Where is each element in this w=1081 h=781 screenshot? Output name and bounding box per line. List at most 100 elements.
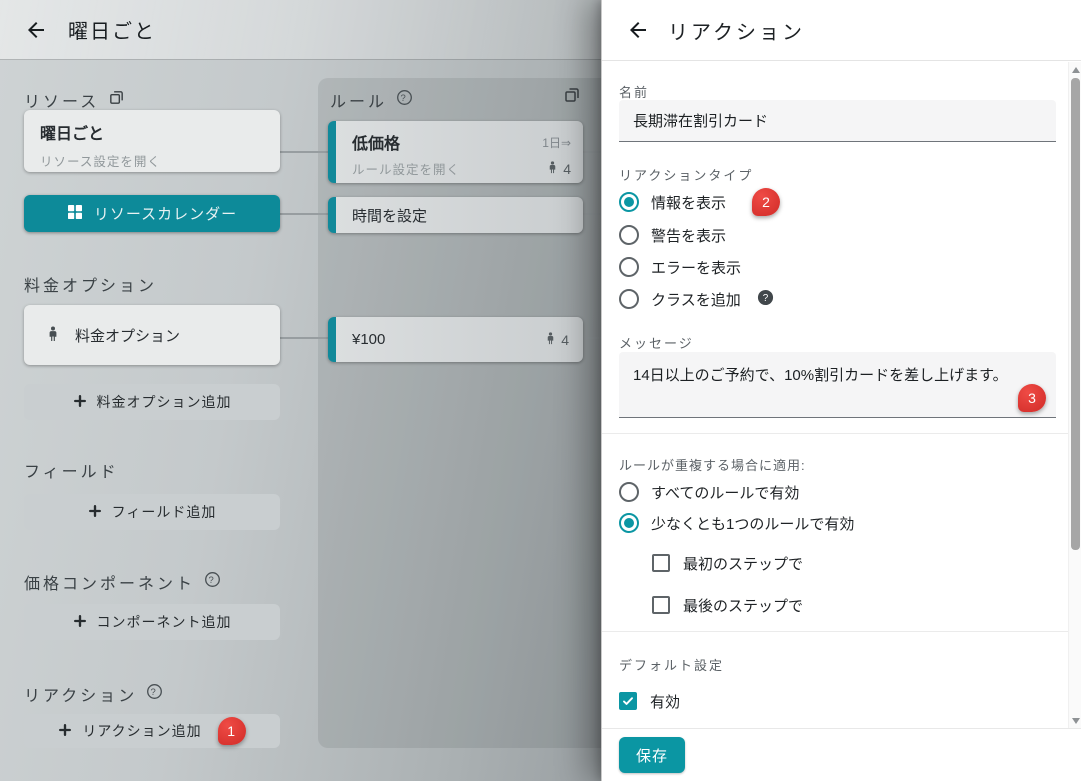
radio-label: クラスを追加 — [651, 291, 741, 309]
person-icon — [546, 160, 559, 177]
checkbox-last-step[interactable]: 最後のステップで — [652, 589, 803, 621]
app-window: 曜日ごと リソース 曜日ごと リソース設定を開く リソースカレンダー ルール ? — [0, 0, 1081, 781]
radio-show-warning[interactable]: 警告を表示 — [619, 219, 726, 251]
rule-card-set-time[interactable]: 時間を設定 — [328, 197, 583, 233]
rule-duration: 1日⇒ — [542, 135, 571, 150]
step-badge-2: 2 — [752, 188, 781, 216]
grid-icon — [67, 204, 83, 224]
radio-show-error[interactable]: エラーを表示 — [619, 251, 741, 283]
person-icon — [544, 331, 557, 348]
radio-label: 情報を表示 — [651, 194, 727, 212]
drawer-scrollbar[interactable] — [1068, 62, 1081, 728]
overlap-label: ルールが重複する場合に適用: — [619, 458, 806, 473]
svg-text:?: ? — [208, 575, 216, 586]
radio-add-class[interactable]: クラスを追加 ? — [619, 283, 774, 315]
resource-card[interactable]: 曜日ごと リソース設定を開く — [24, 110, 280, 172]
add-component-label: コンポーネント追加 — [96, 614, 232, 630]
rule-card-price[interactable]: ¥100 4 — [328, 317, 583, 362]
plus-icon — [58, 723, 72, 740]
help-icon[interactable]: ? — [396, 89, 413, 111]
connector-line — [583, 213, 601, 215]
svg-text:?: ? — [762, 293, 768, 304]
drawer-title: リアクション — [668, 21, 805, 44]
radio-show-info[interactable]: 情報を表示 2 — [619, 186, 781, 218]
add-field-label: フィールド追加 — [111, 504, 217, 520]
radio-button-icon[interactable] — [619, 289, 639, 309]
connector-line — [280, 213, 328, 215]
component-section-header: 価格コンポーネント ? — [24, 570, 221, 594]
rule-section-header: ルール ? — [330, 88, 413, 112]
radio-button-icon[interactable] — [619, 192, 639, 212]
checkbox-icon[interactable] — [652, 554, 670, 572]
field-section-header: フィールド — [24, 458, 119, 482]
radio-at-least-one-rule[interactable]: 少なくとも1つのルールで有効 — [619, 507, 854, 539]
plus-icon — [73, 394, 87, 411]
name-input[interactable] — [619, 100, 1056, 142]
rule-card-title: ¥100 — [352, 331, 386, 348]
connector-line — [280, 337, 328, 339]
page-header: 曜日ごと — [0, 0, 601, 60]
default-settings-label: デフォルト設定 — [619, 658, 725, 673]
price-option-card[interactable]: 料金オプション — [24, 305, 280, 365]
radio-button-icon[interactable] — [619, 513, 639, 533]
divider — [602, 433, 1081, 434]
name-label: 名前 — [619, 85, 650, 100]
copy-icon[interactable] — [108, 89, 125, 111]
radio-button-icon[interactable] — [619, 482, 639, 502]
help-icon[interactable]: ? — [204, 571, 221, 593]
price-option-section-header: 料金オプション — [24, 272, 157, 296]
copy-icon[interactable] — [563, 86, 581, 109]
reaction-drawer: リアクション 名前 リアクションタイプ 情報を表示 2 警告を表示 エラーを表示 — [601, 0, 1081, 781]
add-reaction-label: リアクション追加 — [82, 723, 202, 739]
save-button[interactable]: 保存 — [619, 737, 686, 773]
add-price-option-button[interactable]: 料金オプション追加 — [24, 384, 280, 420]
resource-calendar-label: リソースカレンダー — [93, 206, 238, 223]
step-badge-3: 3 — [1018, 384, 1046, 412]
add-price-option-label: 料金オプション追加 — [96, 394, 232, 410]
radio-all-rules[interactable]: すべてのルールで有効 — [619, 476, 799, 508]
guest-count-value: 4 — [563, 160, 571, 177]
scrollbar-up-arrow[interactable] — [1071, 65, 1080, 75]
radio-label: すべてのルールで有効 — [651, 484, 800, 502]
radio-label: 少なくとも1つのルールで有効 — [651, 515, 855, 533]
resource-card-subtitle: リソース設定を開く — [40, 155, 161, 169]
back-arrow-icon[interactable] — [626, 18, 650, 42]
rule-card-low-price[interactable]: 低価格 1日⇒ ルール設定を開く 4 — [328, 121, 583, 183]
plus-icon — [73, 614, 87, 631]
message-value: 14日以上のご予約で、10%割引カードを差し上げます。 — [633, 367, 1008, 384]
radio-button-icon[interactable] — [619, 257, 639, 277]
rule-card-title: 低価格 — [352, 136, 401, 153]
resource-section-label: リソース — [24, 94, 100, 111]
plus-icon — [88, 504, 102, 521]
back-arrow-icon[interactable] — [24, 18, 48, 42]
checkbox-enabled[interactable]: 有効 — [619, 685, 680, 717]
help-icon[interactable]: ? — [146, 683, 163, 705]
add-reaction-button[interactable]: リアクション追加 1 — [24, 714, 280, 748]
message-textarea[interactable]: 14日以上のご予約で、10%割引カードを差し上げます。 3 — [619, 352, 1056, 418]
connector-line — [583, 151, 601, 153]
radio-label: エラーを表示 — [651, 259, 742, 277]
resource-section-header: リソース — [24, 88, 125, 112]
resource-calendar-button[interactable]: リソースカレンダー — [24, 195, 280, 232]
field-section-label: フィールド — [24, 464, 119, 481]
checkbox-first-step[interactable]: 最初のステップで — [652, 547, 803, 579]
radio-button-icon[interactable] — [619, 225, 639, 245]
add-component-button[interactable]: コンポーネント追加 — [24, 604, 280, 640]
checkbox-icon[interactable] — [619, 692, 637, 710]
reaction-type-label: リアクションタイプ — [619, 168, 754, 183]
background-page: 曜日ごと リソース 曜日ごと リソース設定を開く リソースカレンダー ルール ? — [0, 0, 601, 781]
step-badge-1: 1 — [217, 717, 246, 745]
svg-text:?: ? — [151, 687, 159, 698]
checkbox-icon[interactable] — [652, 596, 670, 614]
svg-text:?: ? — [400, 93, 408, 104]
drawer-footer: 保存 — [602, 728, 1081, 781]
person-icon — [45, 325, 61, 346]
scrollbar-down-arrow[interactable] — [1071, 715, 1080, 725]
drawer-content: 名前 リアクションタイプ 情報を表示 2 警告を表示 エラーを表示 クラスを追加 — [602, 62, 1081, 728]
add-field-button[interactable]: フィールド追加 — [24, 494, 280, 530]
reaction-section-label: リアクション — [24, 688, 138, 705]
checkbox-label: 最初のステップで — [683, 555, 804, 573]
guest-count-value: 4 — [561, 331, 569, 348]
help-filled-icon[interactable]: ? — [757, 289, 774, 310]
scrollbar-thumb[interactable] — [1071, 78, 1080, 550]
